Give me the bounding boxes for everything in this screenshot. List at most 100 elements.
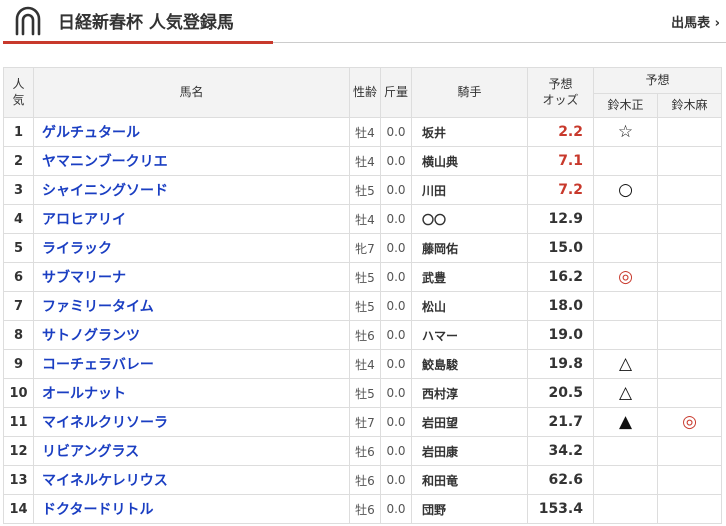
- horse-name-cell: コーチェラバレー: [33, 349, 350, 379]
- prediction-mark-1: [593, 233, 658, 263]
- odds-cell: 7.2: [527, 175, 594, 205]
- prediction-mark-1: ○: [593, 175, 658, 205]
- horse-link[interactable]: ゲルチュタール: [42, 125, 140, 141]
- col-rank: 人気: [3, 67, 34, 118]
- odds-cell: 16.2: [527, 262, 594, 292]
- weight-cell: 0.0: [380, 117, 412, 147]
- jockey-cell: 松山: [411, 291, 528, 321]
- jockey-cell: 川田: [411, 175, 528, 205]
- odds-cell: 21.7: [527, 407, 594, 437]
- horse-link[interactable]: コーチェラバレー: [42, 357, 154, 373]
- prediction-mark-2: [656, 320, 723, 350]
- prediction-mark-1: [593, 291, 658, 321]
- prediction-mark-2: [656, 233, 723, 263]
- rank-cell: 8: [3, 320, 34, 350]
- page-header: 日経新春杯 人気登録馬 出馬表 ›: [0, 0, 726, 44]
- horse-name-cell: ドクタードリトル: [33, 494, 350, 524]
- col-predictor-1: 鈴木正: [593, 93, 658, 118]
- weight-cell: 0.0: [380, 349, 412, 379]
- prediction-mark-1: ☆: [593, 117, 658, 147]
- prediction-mark-1: [593, 146, 658, 176]
- odds-cell: 34.2: [527, 436, 594, 466]
- odds-cell: 15.0: [527, 233, 594, 263]
- prediction-mark-1: [593, 204, 658, 234]
- prediction-mark-2: [656, 117, 723, 147]
- odds-cell: 20.5: [527, 378, 594, 408]
- sex-age-cell: 牡6: [349, 465, 381, 495]
- horse-name-cell: ライラック: [33, 233, 350, 263]
- table-row: 10 オールナット 牡5 0.0 西村淳 20.5 △: [3, 378, 723, 408]
- table-row: 2 ヤマニンブークリエ 牡4 0.0 横山典 7.1: [3, 146, 723, 176]
- prediction-mark-1: [593, 436, 658, 466]
- weight-cell: 0.0: [380, 233, 412, 263]
- rank-cell: 2: [3, 146, 34, 176]
- jockey-cell: 鮫島駿: [411, 349, 528, 379]
- horse-link[interactable]: マイネルケレリウス: [42, 473, 168, 489]
- weight-cell: 0.0: [380, 494, 412, 524]
- odds-cell: 12.9: [527, 204, 594, 234]
- jockey-cell: 和田竜: [411, 465, 528, 495]
- sex-age-cell: 牡4: [349, 204, 381, 234]
- rank-cell: 4: [3, 204, 34, 234]
- table-row: 5 ライラック 牝7 0.0 藤岡佑 15.0: [3, 233, 723, 263]
- horse-link[interactable]: リビアングラス: [42, 444, 139, 460]
- prediction-mark-2: [656, 494, 723, 524]
- table-row: 3 シャイニングソード 牡5 0.0 川田 7.2 ○: [3, 175, 723, 205]
- horse-name-cell: マイネルケレリウス: [33, 465, 350, 495]
- table-row: 12 リビアングラス 牡6 0.0 岩田康 34.2: [3, 436, 723, 466]
- sex-age-cell: 牡5: [349, 262, 381, 292]
- sex-age-cell: 牡6: [349, 436, 381, 466]
- odds-cell: 62.6: [527, 465, 594, 495]
- horse-link[interactable]: マイネルクリソーラ: [42, 415, 168, 431]
- sex-age-cell: 牡5: [349, 291, 381, 321]
- horse-name-cell: ゲルチュタール: [33, 117, 350, 147]
- sex-age-cell: 牡5: [349, 175, 381, 205]
- horse-link[interactable]: ヤマニンブークリエ: [42, 154, 168, 170]
- prediction-mark-2: ◎: [656, 407, 723, 437]
- horse-link[interactable]: ファミリータイム: [42, 299, 154, 315]
- weight-cell: 0.0: [380, 204, 412, 234]
- prediction-mark-2: [656, 291, 723, 321]
- prediction-mark-2: [656, 436, 723, 466]
- weight-cell: 0.0: [380, 407, 412, 437]
- page-title: 日経新春杯 人気登録馬: [58, 13, 234, 33]
- jockey-cell: 坂井: [411, 117, 528, 147]
- rank-cell: 12: [3, 436, 34, 466]
- table-row: 13 マイネルケレリウス 牡6 0.0 和田竜 62.6: [3, 465, 723, 495]
- prediction-mark-2: [656, 204, 723, 234]
- sex-age-cell: 牡6: [349, 320, 381, 350]
- odds-cell: 2.2: [527, 117, 594, 147]
- odds-cell: 7.1: [527, 146, 594, 176]
- jockey-cell: 岩田康: [411, 436, 528, 466]
- prediction-mark-2: [656, 262, 723, 292]
- horse-name-cell: ヤマニンブークリエ: [33, 146, 350, 176]
- prediction-mark-1: ◎: [593, 262, 658, 292]
- title-underline: [3, 41, 273, 44]
- prediction-mark-1: △: [593, 378, 658, 408]
- rank-cell: 11: [3, 407, 34, 437]
- sex-age-cell: 牡4: [349, 117, 381, 147]
- horse-name-cell: マイネルクリソーラ: [33, 407, 350, 437]
- rank-cell: 1: [3, 117, 34, 147]
- rank-cell: 7: [3, 291, 34, 321]
- rank-cell: 14: [3, 494, 34, 524]
- weight-cell: 0.0: [380, 378, 412, 408]
- col-prediction-group: 予想: [592, 67, 723, 94]
- jockey-cell: 〇〇: [411, 204, 528, 234]
- horse-name-cell: アロヒアリイ: [33, 204, 350, 234]
- horse-link[interactable]: ドクタードリトル: [42, 502, 153, 518]
- prediction-mark-2: [656, 175, 723, 205]
- horse-link[interactable]: シャイニングソード: [42, 183, 168, 199]
- horse-link[interactable]: ライラック: [42, 241, 112, 257]
- horse-link[interactable]: オールナット: [42, 386, 126, 402]
- rank-cell: 6: [3, 262, 34, 292]
- jockey-cell: 団野: [411, 494, 528, 524]
- horse-link[interactable]: サブマリーナ: [42, 270, 126, 286]
- horse-link[interactable]: アロヒアリイ: [42, 212, 126, 228]
- entry-table-link[interactable]: 出馬表 ›: [671, 12, 720, 31]
- horse-link[interactable]: サトノグランツ: [42, 328, 140, 344]
- jockey-cell: ハマー: [411, 320, 528, 350]
- prediction-mark-1: △: [593, 349, 658, 379]
- horse-name-cell: シャイニングソード: [33, 175, 350, 205]
- prediction-mark-2: [656, 378, 723, 408]
